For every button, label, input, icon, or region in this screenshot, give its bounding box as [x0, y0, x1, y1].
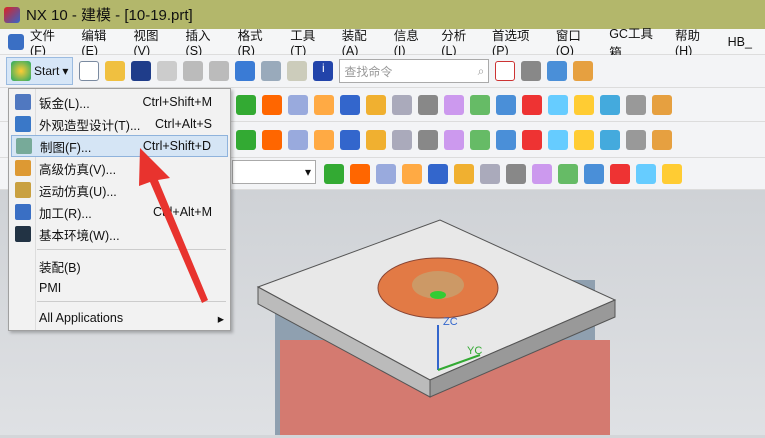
red-arrow: [139, 148, 208, 303]
annotation-arrow: [139, 148, 208, 303]
